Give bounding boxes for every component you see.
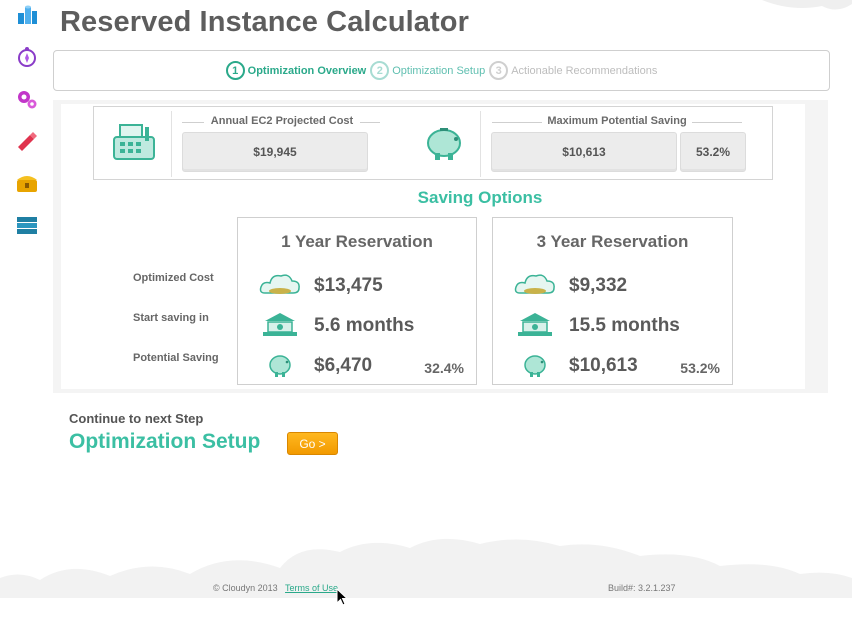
max-saving-value: $10,613 [491, 132, 677, 172]
three-year-reservation-card: 3 Year Reservation $9,332 15.5 months $1… [492, 217, 733, 385]
step-label: Optimization Overview [247, 64, 367, 77]
potential-saving-value: $6,470 [314, 355, 373, 376]
flashlight-icon[interactable] [14, 128, 40, 154]
label-rule [692, 122, 742, 123]
label-rule [182, 122, 204, 123]
piggy-bank-icon [422, 119, 466, 168]
cloud-icon [513, 269, 557, 299]
page-title: Reserved Instance Calculator [60, 6, 469, 38]
terms-of-use-link[interactable]: Terms of Use [285, 583, 338, 593]
max-saving-percent: 53.2% [680, 132, 746, 172]
piggy-bank-icon [258, 349, 302, 379]
step-number: 1 [225, 61, 245, 80]
piggy-bank-icon [513, 349, 557, 379]
build-number: Build#: 3.2.1.237 [608, 583, 676, 593]
potential-saving-row: $6,470 32.4% [238, 349, 476, 381]
copyright-text: © Cloudyn 2013 [213, 583, 278, 593]
cost-summary: Annual EC2 Projected Cost $19,945 Maximu… [93, 106, 773, 180]
step-number: 3 [489, 61, 509, 80]
go-button[interactable]: Go > [287, 432, 338, 455]
step-number: 2 [370, 61, 390, 80]
mouse-cursor-icon [336, 588, 348, 606]
annual-cost-label: Annual EC2 Projected Cost [210, 115, 354, 127]
step-label: Actionable Recommendations [511, 64, 658, 77]
step-actionable-recommendations: 3 Actionable Recommendations [489, 61, 657, 80]
step-label: Optimization Setup [392, 64, 486, 77]
continue-label: Continue to next Step [69, 411, 204, 426]
card-title: 1 Year Reservation [281, 232, 433, 251]
wizard-stepper: 1 Optimization Overview 2 Optimization S… [53, 50, 830, 91]
bank-icon [513, 309, 557, 339]
treasure-chest-icon[interactable] [14, 170, 40, 196]
potential-saving-label: Potential Saving [133, 352, 219, 364]
start-saving-row: 15.5 months [493, 309, 732, 341]
optimized-cost-label: Optimized Cost [133, 272, 214, 284]
cloud-icon [258, 269, 302, 299]
potential-saving-row: $10,613 53.2% [493, 349, 732, 381]
step-optimization-overview[interactable]: 1 Optimization Overview [225, 61, 367, 80]
optimized-cost-value: $13,475 [314, 275, 383, 296]
start-saving-label: Start saving in [133, 312, 209, 324]
label-rule [360, 122, 380, 123]
label-rule [492, 122, 542, 123]
one-year-reservation-card: 1 Year Reservation $13,475 5.6 months $6… [237, 217, 477, 385]
compass-icon[interactable] [14, 44, 40, 70]
cash-register-icon [110, 121, 158, 168]
annual-cost-value: $19,945 [182, 132, 368, 172]
footer-left: © Cloudyn 2013 Terms of Use [213, 583, 338, 593]
bank-icon [258, 309, 302, 339]
optimized-cost-row: $13,475 [238, 269, 476, 301]
gears-icon[interactable] [14, 86, 40, 112]
storage-icon[interactable] [14, 212, 40, 238]
footer-clouds [0, 538, 852, 598]
saving-options-title: Saving Options [417, 188, 543, 207]
next-step-title: Optimization Setup [69, 430, 261, 453]
potential-saving-percent: 32.4% [424, 360, 464, 376]
step-optimization-setup[interactable]: 2 Optimization Setup [370, 61, 485, 80]
start-saving-value: 5.6 months [314, 315, 415, 336]
summary-divider [480, 111, 481, 177]
potential-saving-value: $10,613 [569, 355, 638, 376]
optimized-cost-value: $9,332 [569, 275, 628, 296]
start-saving-row: 5.6 months [238, 309, 476, 341]
optimized-cost-row: $9,332 [493, 269, 732, 301]
header-decoration [762, 0, 852, 10]
footer-bar [0, 598, 852, 621]
potential-saving-percent: 53.2% [680, 360, 720, 376]
max-saving-label: Maximum Potential Saving [547, 115, 687, 127]
card-title: 3 Year Reservation [536, 232, 689, 251]
summary-divider [171, 111, 172, 177]
instances-icon[interactable] [14, 2, 40, 28]
sidebar [0, 0, 52, 260]
start-saving-value: 15.5 months [569, 315, 680, 336]
